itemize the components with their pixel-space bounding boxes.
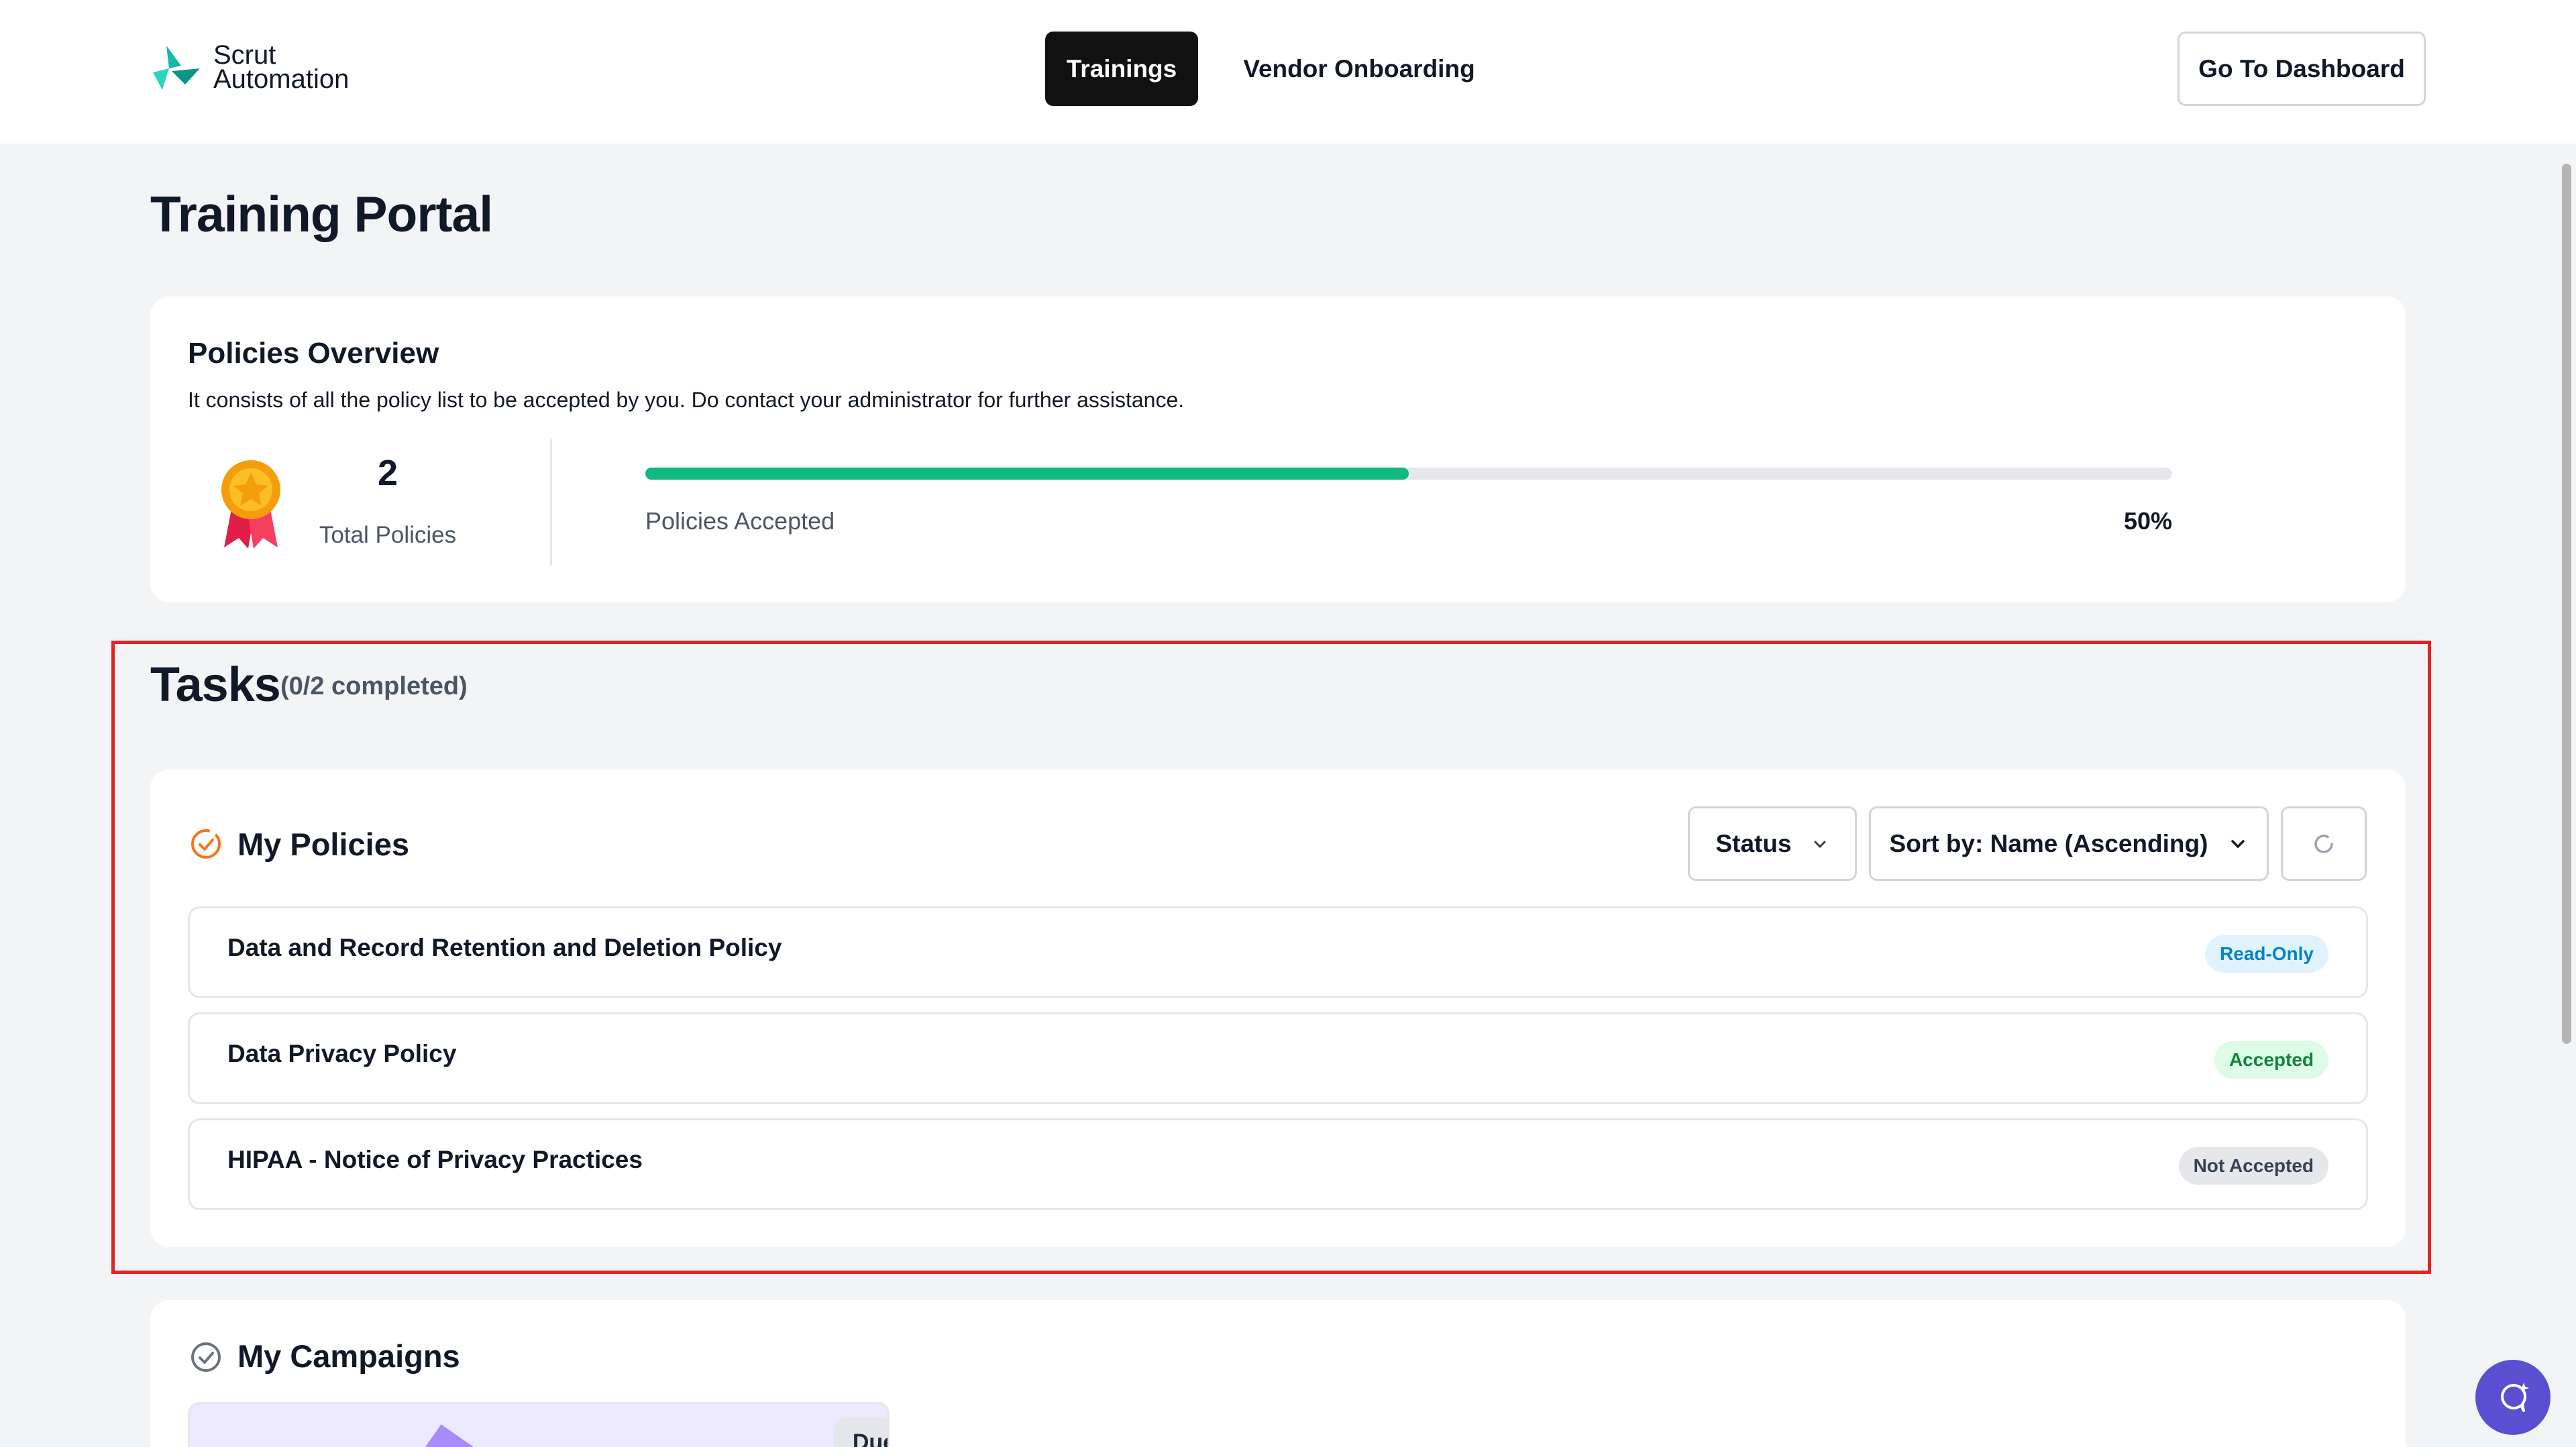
- tasks-heading: Tasks: [150, 658, 281, 712]
- my-policies-card: My Policies Status Sort by: Name (Ascend…: [150, 769, 2406, 1247]
- policy-name: Data Privacy Policy: [227, 1040, 457, 1067]
- status-badge: Accepted: [2214, 1041, 2328, 1079]
- my-campaigns-card: My Campaigns Due: [150, 1300, 2406, 1447]
- status-filter-dropdown[interactable]: Status: [1688, 806, 1857, 881]
- status-badge: Not Accepted: [2178, 1147, 2328, 1185]
- policy-row[interactable]: Data and Record Retention and Deletion P…: [188, 906, 2368, 998]
- go-to-dashboard-button[interactable]: Go To Dashboard: [2178, 32, 2426, 106]
- due-badge: Due: [834, 1417, 888, 1447]
- nav-tab-trainings[interactable]: Trainings: [1045, 32, 1198, 106]
- chevron-down-icon: [2231, 839, 2245, 848]
- medal-icon: [221, 460, 280, 549]
- training-portal-page: Scrut Automation Trainings Vendor Onboar…: [0, 0, 2576, 1447]
- my-policies-title: My Policies: [237, 826, 409, 862]
- campaign-card[interactable]: Due: [188, 1402, 890, 1447]
- overview-divider: [550, 439, 552, 565]
- scrollbar-thumb[interactable]: [2562, 164, 2571, 1044]
- progress-label: Policies Accepted: [645, 507, 835, 535]
- chat-icon: [2501, 1383, 2529, 1412]
- my-campaigns-title: My Campaigns: [237, 1338, 460, 1374]
- total-policies-label: Total Policies: [319, 522, 457, 548]
- policy-name: Data and Record Retention and Deletion P…: [227, 934, 782, 961]
- policies-overview-card: Policies Overview It consists of all the…: [150, 297, 2406, 602]
- sort-label: Sort by: Name (Ascending): [1889, 829, 2208, 857]
- logo-line-1: Scrut: [213, 40, 276, 70]
- brand-logo[interactable]: Scrut Automation: [149, 42, 377, 95]
- chevron-down-icon: [1814, 841, 1826, 848]
- campaign-illustration: [418, 1424, 474, 1447]
- refresh-icon: [2314, 834, 2333, 853]
- policies-accepted-progress-bar: [645, 468, 2172, 480]
- top-header: Scrut Automation Trainings Vendor Onboar…: [0, 0, 2576, 144]
- progress-percentage: 50%: [2123, 507, 2172, 535]
- chat-button[interactable]: [2475, 1360, 2551, 1435]
- progress-fill: [645, 468, 1409, 480]
- policy-name: HIPAA - Notice of Privacy Practices: [227, 1146, 643, 1173]
- policy-row[interactable]: Data Privacy Policy Accepted: [188, 1012, 2368, 1104]
- sort-dropdown[interactable]: Sort by: Name (Ascending): [1869, 806, 2269, 881]
- status-filter-label: Status: [1715, 829, 1792, 857]
- overview-title: Policies Overview: [188, 337, 439, 370]
- status-badge: Read-Only: [2204, 935, 2328, 973]
- tasks-completion-count: (0/2 completed): [280, 672, 468, 700]
- total-policies-count: 2: [377, 453, 398, 493]
- logo-line-2: Automation: [213, 64, 350, 94]
- policy-row[interactable]: HIPAA - Notice of Privacy Practices Not …: [188, 1118, 2368, 1210]
- logo-icon: [153, 46, 200, 90]
- logo-text: Scrut Automation: [213, 40, 350, 94]
- refresh-button[interactable]: [2281, 806, 2367, 881]
- page-title: Training Portal: [150, 186, 493, 242]
- check-circle-icon: [191, 829, 221, 859]
- overview-description: It consists of all the policy list to be…: [188, 388, 1185, 412]
- nav-tab-vendor-onboarding[interactable]: Vendor Onboarding: [1232, 32, 1487, 106]
- check-circle-icon: [191, 1342, 221, 1372]
